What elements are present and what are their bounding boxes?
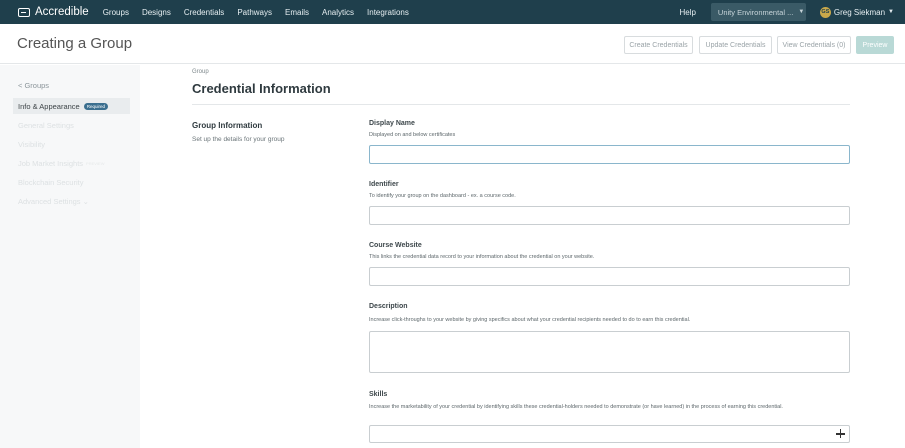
sidebar-item-label: Blockchain Security <box>18 177 84 187</box>
sidebar-item-visibility[interactable]: Visibility <box>13 136 130 152</box>
chevron-down-icon: ▼ <box>888 9 894 15</box>
divider <box>192 104 850 105</box>
group-information-description: Set up the details for your group <box>192 136 285 143</box>
sidebar-item-label: General Settings <box>18 120 74 130</box>
course-website-label: Course Website <box>369 242 422 249</box>
sidebar-item-label: Job Market Insights <box>18 158 84 168</box>
chevron-down-icon: ▼ <box>798 9 805 15</box>
page-header: Creating a Group Create Credentials Upda… <box>0 24 905 64</box>
nav-item-designs[interactable]: Designs <box>142 8 171 17</box>
app-name: Accredible <box>35 6 89 18</box>
sidebar-item-label: Advanced Settings ⌄ <box>18 196 89 206</box>
nav-right: Help Unity Environmental ... ▼ GS Greg S… <box>679 0 905 24</box>
sidebar-item-general-settings[interactable]: General Settings <box>13 117 130 133</box>
back-to-groups-link[interactable]: < Groups <box>18 81 49 90</box>
identifier-help: To identify your group on the dashboard … <box>369 193 516 199</box>
identifier-input[interactable] <box>369 206 850 225</box>
accredible-logo-icon <box>18 7 30 17</box>
nav-item-analytics[interactable]: Analytics <box>322 8 354 17</box>
sidebar: < Groups Info & Appearance Required Gene… <box>0 65 140 448</box>
nav-item-integrations[interactable]: Integrations <box>367 8 409 17</box>
description-label: Description <box>369 303 408 310</box>
skills-label: Skills <box>369 391 388 398</box>
display-name-input[interactable] <box>369 145 850 164</box>
sidebar-item-label: Info & Appearance <box>18 101 80 111</box>
app-logo[interactable]: Accredible <box>18 0 89 24</box>
top-navigation: Accredible Groups Designs Credentials Pa… <box>0 0 905 24</box>
sidebar-item-job-market-insights[interactable]: Job Market Insights PREVIEW <box>13 155 130 171</box>
course-website-input[interactable] <box>369 267 850 286</box>
nav-item-credentials[interactable]: Credentials <box>184 8 224 17</box>
required-badge: Required <box>83 102 108 110</box>
plus-icon[interactable] <box>835 428 846 439</box>
nav-item-emails[interactable]: Emails <box>285 8 309 17</box>
group-information-heading: Group Information <box>192 121 263 130</box>
description-help: Increase click-throughs to your website … <box>369 317 691 323</box>
sidebar-item-info-appearance[interactable]: Info & Appearance Required <box>13 98 130 114</box>
create-credentials-button[interactable]: Create Credentials <box>624 36 693 54</box>
view-credentials-button[interactable]: View Credentials (0) <box>777 36 851 54</box>
update-credentials-button[interactable]: Update Credentials <box>699 36 772 54</box>
nav-item-groups[interactable]: Groups <box>103 8 129 17</box>
organization-select[interactable]: Unity Environmental ... ▼ <box>710 3 806 21</box>
display-name-help: Displayed on and below certificates <box>369 132 456 138</box>
display-name-label: Display Name <box>369 120 415 127</box>
sidebar-item-advanced-settings[interactable]: Advanced Settings ⌄ <box>13 193 130 209</box>
skills-input[interactable] <box>369 425 850 443</box>
sidebar-item-label: Visibility <box>18 139 45 149</box>
avatar: GS <box>819 6 831 18</box>
preview-button[interactable]: Preview <box>856 36 894 54</box>
preview-badge: PREVIEW <box>86 160 105 166</box>
course-website-help: This links the credential data record to… <box>369 254 595 260</box>
breadcrumb[interactable]: Group <box>192 69 209 75</box>
user-menu[interactable]: GS Greg Siekman ▼ <box>819 6 894 18</box>
skills-help: Increase the marketability of your crede… <box>369 404 783 410</box>
page-title: Creating a Group <box>17 35 133 52</box>
user-name: Greg Siekman <box>833 7 886 17</box>
nav-item-pathways[interactable]: Pathways <box>237 8 272 17</box>
organization-name: Unity Environmental ... <box>717 7 794 17</box>
sidebar-item-blockchain-security[interactable]: Blockchain Security <box>13 174 130 190</box>
identifier-label: Identifier <box>369 181 399 188</box>
description-textarea[interactable] <box>369 331 850 373</box>
section-title: Credential Information <box>192 81 331 96</box>
help-link[interactable]: Help <box>679 8 695 17</box>
main-nav: Groups Designs Credentials Pathways Emai… <box>103 8 422 17</box>
